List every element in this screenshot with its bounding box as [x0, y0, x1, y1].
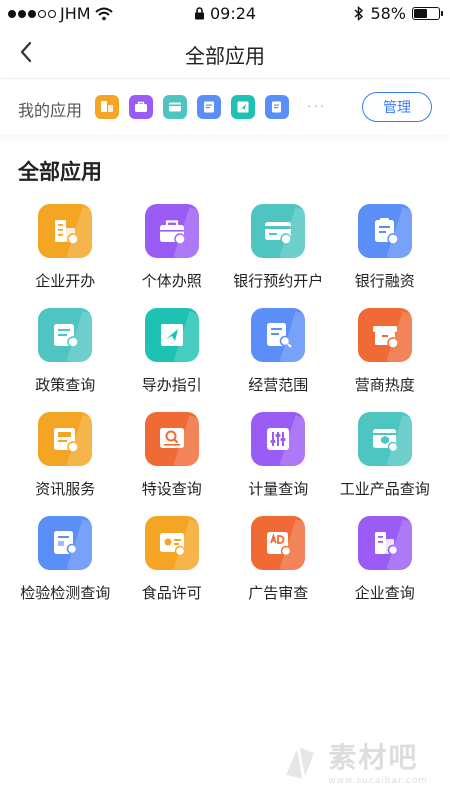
watermark-logo-icon	[286, 746, 315, 780]
manage-button[interactable]: 管理	[362, 92, 432, 122]
app-label: 政策查询	[35, 376, 96, 394]
watermark-text: 素材吧	[328, 741, 419, 774]
app-label: 企业查询	[354, 584, 415, 602]
my-apps-label: 我的应用	[18, 101, 83, 120]
app-label: 检验检测查询	[20, 584, 111, 602]
my-app-bank-card-icon[interactable]	[163, 95, 187, 119]
my-apps-icons: ···	[95, 95, 326, 119]
bluetooth-icon	[354, 6, 364, 21]
section-title: 全部应用	[18, 160, 102, 184]
app-item-guide[interactable]: 导办指引	[119, 308, 226, 396]
app-label: 资讯服务	[35, 480, 96, 498]
app-label: 银行预约开户	[233, 272, 324, 290]
app-label: 广告审查	[248, 584, 309, 602]
battery-icon	[412, 7, 443, 20]
food-license-icon	[144, 516, 199, 570]
app-label: 导办指引	[141, 376, 202, 394]
app-label: 个体办照	[141, 272, 202, 290]
app-item-individual-license[interactable]: 个体办照	[119, 204, 226, 292]
shop-fire-icon	[357, 308, 412, 362]
watermark-url: www.sucaibar.com	[328, 776, 428, 786]
app-label: 特设查询	[141, 480, 202, 498]
policy-doc-icon	[38, 308, 93, 362]
app-item-bank-financing[interactable]: 银行融资	[332, 204, 439, 292]
app-item-enterprise-query[interactable]: 企业查询	[332, 516, 439, 604]
app-item-business-heat[interactable]: 营商热度	[332, 308, 439, 396]
page-title: 全部应用	[185, 44, 265, 68]
app-label: 经营范围	[248, 376, 309, 394]
app-label: 营商热度	[354, 376, 415, 394]
status-time: 09:24	[209, 4, 257, 23]
product-box-icon	[357, 412, 412, 466]
app-item-food-license[interactable]: 食品许可	[119, 516, 226, 604]
status-bar: JHM 09:24 58%	[0, 0, 450, 26]
app-item-industrial-product[interactable]: 工业产品查询	[332, 412, 439, 500]
app-item-special-equipment[interactable]: 特设查询	[119, 412, 226, 500]
sliders-icon	[251, 412, 306, 466]
app-label: 食品许可	[141, 584, 202, 602]
app-item-inspection[interactable]: 检验检测查询	[12, 516, 119, 604]
apps-grid: 企业开办 个体办照 银行预约开户 银行融资 政策查询 导办指引 经营范围 营商热…	[12, 204, 438, 604]
guide-book-icon	[144, 308, 199, 362]
my-app-doc-search-icon[interactable]	[265, 95, 289, 119]
building-icon	[38, 204, 93, 258]
nav-bar: 全部应用	[0, 26, 450, 79]
more-icon[interactable]: ···	[307, 99, 326, 115]
status-right: 58%	[354, 4, 443, 23]
inspection-doc-icon	[38, 516, 93, 570]
battery-percent: 58%	[370, 4, 406, 23]
building-search-icon	[357, 516, 412, 570]
my-apps-bar: 我的应用 ··· 管理	[0, 79, 450, 135]
app-item-bank-account[interactable]: 银行预约开户	[225, 204, 332, 292]
news-icon	[38, 412, 93, 466]
my-app-clipboard-yen-icon[interactable]	[197, 95, 221, 119]
watermark: 素材吧 www.sucaibar.com	[278, 736, 428, 786]
app-item-info-service[interactable]: 资讯服务	[12, 412, 119, 500]
ad-review-icon	[251, 516, 306, 570]
my-app-building-doc-icon[interactable]	[95, 95, 119, 119]
app-item-enterprise-setup[interactable]: 企业开办	[12, 204, 119, 292]
app-item-policy-query[interactable]: 政策查询	[12, 308, 119, 396]
app-item-metrology[interactable]: 计量查询	[225, 412, 332, 500]
bank-card-icon	[251, 204, 306, 258]
briefcase-icon	[144, 204, 199, 258]
app-label: 工业产品查询	[339, 480, 430, 498]
clipboard-yen-icon	[357, 204, 412, 258]
app-label: 企业开办	[35, 272, 96, 290]
doc-search-icon	[251, 308, 306, 362]
app-item-business-scope[interactable]: 经营范围	[225, 308, 332, 396]
search-card-icon	[144, 412, 199, 466]
battery-fill	[414, 9, 428, 18]
app-item-ad-review[interactable]: 广告审查	[225, 516, 332, 604]
my-app-paper-plane-icon[interactable]	[231, 95, 255, 119]
lock-icon	[194, 7, 204, 20]
app-label: 银行融资	[354, 272, 415, 290]
my-app-briefcase-icon[interactable]	[129, 95, 153, 119]
app-label: 计量查询	[248, 480, 309, 498]
